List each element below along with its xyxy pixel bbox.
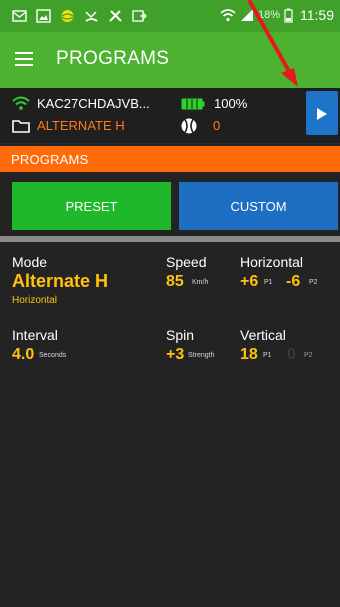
device-battery: 100% [214, 96, 248, 111]
mode-sub: Horizontal [12, 295, 58, 306]
mode-label: Mode [12, 254, 48, 270]
image-icon [36, 9, 51, 23]
status-bar: 18% 11:59 [0, 0, 340, 32]
horizontal-p1-label: P1 [264, 279, 273, 286]
section-header: PROGRAMS [0, 146, 340, 172]
folder-icon [12, 120, 30, 133]
ball-icon [181, 118, 197, 134]
spin-label: Spin [166, 327, 195, 343]
battery-full-icon [181, 98, 205, 110]
speed-label: Speed [166, 254, 207, 270]
battery-percent: 18% [257, 9, 280, 21]
interval-value: 4.0 [12, 346, 35, 363]
spin-value: +3 [166, 346, 185, 363]
app-icon [61, 10, 74, 22]
interval-label: Interval [12, 327, 58, 343]
vertical-p2-label: P2 [304, 352, 313, 359]
vertical-label: Vertical [240, 327, 286, 343]
section-title: PROGRAMS [11, 152, 89, 167]
page-title: PROGRAMS [56, 48, 170, 69]
horizontal-p2-value: -6 [286, 273, 301, 290]
vertical-p2-value: 0 [287, 346, 296, 363]
vertical-p1-label: P1 [263, 352, 272, 359]
ball-count: 0 [213, 118, 221, 133]
signal-icon [240, 9, 253, 21]
app-bar: PROGRAMS [0, 32, 340, 88]
play-icon [317, 108, 327, 120]
interval-unit: Seconds [39, 352, 67, 359]
current-program: ALTERNATE H [37, 118, 125, 133]
tools-icon [109, 10, 122, 22]
speed-unit: Km/h [192, 279, 209, 286]
horizontal-p2-label: P2 [309, 279, 318, 286]
wifi-connected-icon [12, 96, 30, 110]
vertical-p1-value: 18 [240, 346, 258, 363]
missed-call-icon [85, 11, 98, 22]
sync-icon [132, 10, 147, 22]
horizontal-label: Horizontal [240, 254, 304, 270]
mail-icon [12, 10, 27, 22]
speed-value: 85 [166, 273, 184, 290]
device-panel: KAC27CHDAJVB... ALTERNATE H 100% 0 [0, 88, 340, 144]
mode-value: Alternate H [12, 271, 109, 291]
preset-button[interactable]: PRESET [12, 182, 171, 230]
hamburger-icon[interactable] [15, 52, 33, 66]
wifi-icon [220, 9, 236, 22]
custom-button[interactable]: CUSTOM [179, 182, 338, 230]
battery-icon [284, 8, 293, 23]
play-button[interactable] [306, 91, 338, 135]
horizontal-p1-value: +6 [240, 273, 259, 290]
device-name: KAC27CHDAJVB... [37, 96, 150, 111]
clock: 11:59 [300, 7, 334, 23]
divider [0, 236, 340, 242]
spin-unit: Strength [188, 352, 215, 359]
